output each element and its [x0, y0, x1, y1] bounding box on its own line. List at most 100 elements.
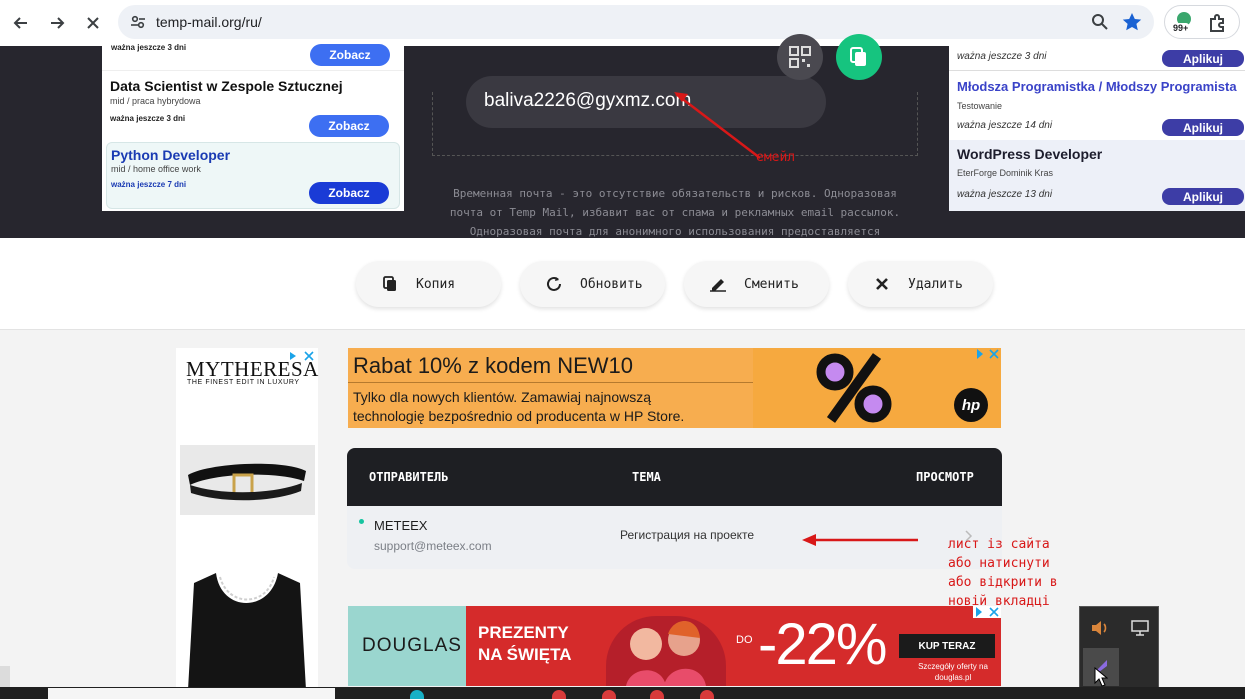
douglas-ad[interactable]: DOUGLAS PREZENTY NA ŚWIĘTA DO -22% KUP T…: [348, 606, 1001, 686]
delete-x-icon: [872, 277, 892, 291]
inbox-table: ОТПРАВИТЕЛЬ ТЕМА ПРОСМОТР METEEX support…: [347, 448, 1002, 569]
annotation-arrow-icon: [802, 534, 918, 546]
douglas-headline: PREZENTY NA ŚWIĘTA: [478, 623, 572, 664]
hp-ad[interactable]: Rabat 10% z kodem NEW10 Tylko dla nowych…: [348, 348, 1001, 428]
douglas-discount: -22%: [758, 612, 887, 677]
puzzle-icon[interactable]: [1207, 12, 1229, 34]
qr-code-button[interactable]: [777, 34, 823, 80]
site-settings-icon[interactable]: [130, 14, 146, 30]
aplikuj-button[interactable]: Aplikuj: [1162, 119, 1244, 136]
zobacz-button[interactable]: Zobacz: [309, 182, 389, 204]
taskbar-app-icon[interactable]: [410, 690, 424, 699]
annotation-line: або відкрити в: [948, 575, 1058, 590]
taskbar-app-icon[interactable]: [650, 690, 664, 699]
change-label: Сменить: [744, 276, 799, 292]
system-tray-popup: [1079, 606, 1159, 688]
hp-ad-body: Tylko dla nowych klientów. Zamawiaj najn…: [353, 389, 685, 424]
bookmark-star-icon[interactable]: [1122, 12, 1142, 32]
copy-email-button[interactable]: [836, 34, 882, 80]
job-meta: mid / home office work: [111, 164, 201, 174]
edit-pen-icon: [708, 276, 728, 292]
douglas-logo-panel: DOUGLAS: [348, 606, 466, 686]
scroll-edge: [0, 666, 10, 688]
job-ad-left: ważna jeszcze 3 dni Zobacz Data Scientis…: [102, 43, 404, 211]
network-monitor-icon[interactable]: [1130, 619, 1150, 637]
job-title[interactable]: Data Scientist w Zespole Sztucznej: [110, 78, 343, 94]
delete-button[interactable]: Удалить: [848, 261, 993, 307]
job-ad-right: ważna jeszcze 3 dni Aplikuj Młodsza Prog…: [949, 46, 1245, 211]
job-title[interactable]: Młodsza Programistka / Młodszy Programis…: [957, 79, 1237, 94]
refresh-icon: [544, 276, 564, 292]
copy-icon: [380, 276, 400, 292]
job-title[interactable]: WordPress Developer: [957, 146, 1102, 162]
annotation-line: лист із сайта: [948, 537, 1050, 552]
col-sender: ОТПРАВИТЕЛЬ: [369, 470, 449, 484]
taskbar-app-icon[interactable]: [700, 690, 714, 699]
back-button[interactable]: [6, 8, 36, 38]
zobacz-button[interactable]: Zobacz: [310, 44, 390, 66]
copy-label: Копия: [416, 276, 456, 292]
hp-logo: hp: [954, 388, 988, 422]
mailbox-actions: Копия Обновить Сменить Удалить: [0, 238, 1245, 330]
aplikuj-button[interactable]: Aplikuj: [1162, 188, 1244, 205]
job-item[interactable]: Data Scientist w Zespole Sztucznej mid /…: [102, 70, 404, 140]
top-product-image: [186, 565, 308, 690]
adchoices-icon[interactable]: [975, 348, 1001, 360]
qr-code-icon: [789, 46, 811, 68]
mytheresa-ad[interactable]: MYTHERESA THE FINEST EDIT IN LUXURY: [176, 348, 318, 690]
change-button[interactable]: Сменить: [684, 261, 829, 307]
zobacz-button[interactable]: Zobacz: [309, 115, 389, 137]
refresh-label: Обновить: [580, 276, 643, 292]
forward-button[interactable]: [42, 8, 72, 38]
browser-toolbar: temp-mail.org/ru/ 99+: [0, 0, 1245, 46]
douglas-cta-button[interactable]: KUP TERAZ: [899, 634, 995, 658]
message-subject[interactable]: Регистрация на проекте: [620, 528, 754, 542]
extensions-area: 99+: [1164, 5, 1240, 39]
stop-loading-button[interactable]: [78, 8, 108, 38]
adchoices-icon[interactable]: [288, 350, 316, 362]
zoom-icon[interactable]: [1091, 13, 1109, 31]
job-title[interactable]: Python Developer: [111, 147, 230, 163]
douglas-people-image: [606, 616, 726, 686]
job-meta: Testowanie: [957, 101, 1003, 111]
job-valid-text: ważna jeszcze 3 dni: [110, 114, 186, 123]
hero-section: ważna jeszcze 3 dni Zobacz Data Scientis…: [0, 34, 1245, 257]
job-valid-text: ważna jeszcze 14 dni: [957, 120, 1053, 131]
message-sender-name[interactable]: METEEX: [374, 518, 427, 533]
inbox-header: ОТПРАВИТЕЛЬ ТЕМА ПРОСМОТР: [347, 448, 1002, 506]
mouse-cursor-icon: [1094, 667, 1108, 687]
job-valid-text: ważna jeszcze 3 dni: [957, 51, 1047, 62]
job-item[interactable]: WordPress Developer EterForge Dominik Kr…: [949, 140, 1245, 211]
job-valid-text: ważna jeszcze 3 dni: [111, 43, 187, 52]
extension-button[interactable]: 99+: [1171, 9, 1197, 35]
taskbar-app-icon[interactable]: [602, 690, 616, 699]
annotation-email-label: емейл: [756, 150, 796, 165]
douglas-logo: DOUGLAS: [362, 635, 462, 656]
col-view: ПРОСМОТР: [916, 470, 974, 484]
speaker-icon[interactable]: [1090, 619, 1110, 637]
job-item[interactable]: Python Developer mid / home office work …: [106, 142, 400, 209]
taskbar-app-icon[interactable]: [552, 690, 566, 699]
windows-taskbar: [0, 687, 1245, 699]
delete-label: Удалить: [908, 276, 963, 292]
refresh-button[interactable]: Обновить: [520, 261, 665, 307]
unread-dot: [359, 519, 364, 524]
aplikuj-button[interactable]: Aplikuj: [1162, 50, 1244, 67]
annotation-arrow-icon: [674, 92, 761, 159]
adchoices-icon[interactable]: [973, 606, 1001, 618]
mytheresa-tagline: THE FINEST EDIT IN LUXURY: [187, 379, 300, 386]
taskbar-search-box[interactable]: [48, 688, 335, 699]
hp-ad-divider: [348, 382, 753, 383]
arrow-left-icon: [13, 17, 27, 29]
annotation-line: або натиснути: [948, 556, 1050, 571]
url-text: temp-mail.org/ru/: [156, 14, 262, 30]
hp-ad-visual: hp: [753, 348, 1001, 428]
copy-button[interactable]: Копия: [356, 261, 501, 307]
job-valid-text: ważna jeszcze 7 dni: [111, 180, 187, 189]
address-bar[interactable]: temp-mail.org/ru/: [118, 5, 1154, 39]
hp-ad-headline: Rabat 10% z kodem NEW10: [353, 353, 634, 378]
copy-icon: [850, 47, 866, 66]
annotation-letter-note: лист із сайта або натиснути або відкрити…: [948, 535, 1058, 611]
job-item[interactable]: Młodsza Programistka / Młodszy Programis…: [949, 70, 1245, 138]
col-subject: ТЕМА: [632, 470, 661, 484]
